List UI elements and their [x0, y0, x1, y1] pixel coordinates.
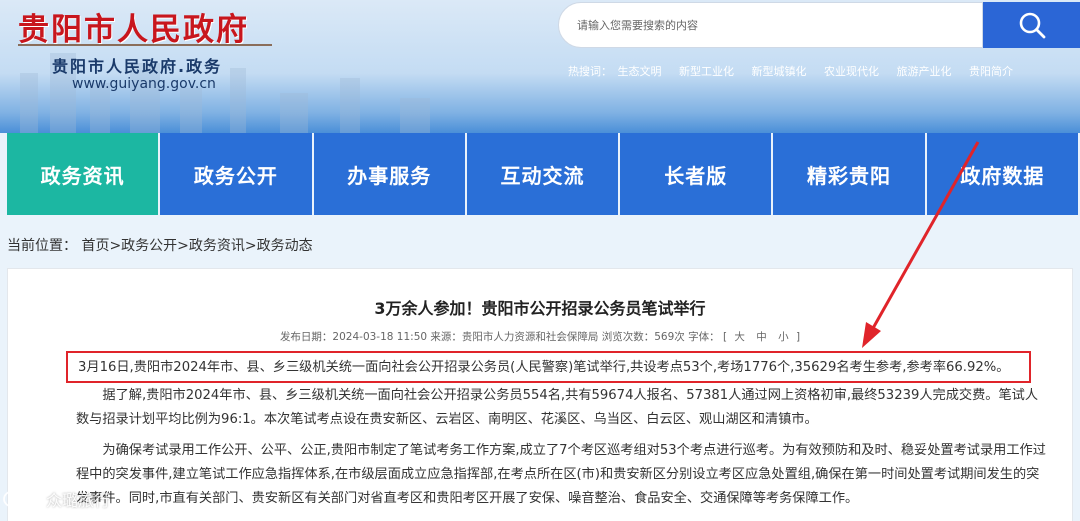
search-button[interactable] [983, 2, 1080, 48]
hot-search-bar: 热搜词： 生态文明 新型工业化 新型城镇化 农业现代化 旅游产业化 贵阳简介 [568, 63, 1027, 79]
nav-item-news[interactable]: 政务资讯 [7, 133, 159, 215]
site-url: www.guiyang.gov.cn [72, 76, 216, 92]
hot-search-item[interactable]: 新型城镇化 [752, 65, 807, 78]
hot-search-item[interactable]: 新型工业化 [679, 65, 734, 78]
nav-item-data[interactable]: 政府数据 [926, 133, 1078, 215]
logo-divider [18, 44, 272, 46]
nav-item-guiyang[interactable]: 精彩贵阳 [773, 133, 925, 215]
nav-item-interaction[interactable]: 互动交流 [466, 133, 619, 215]
article-paragraph: 据了解,贵阳市2024年市、县、乡三级机关统一面向社会公开招录公务员554名,共… [76, 388, 1039, 427]
search-icon [1019, 12, 1045, 39]
main-nav: 政务资讯 政务公开 办事服务 互动交流 长者版 精彩贵阳 政府数据 [0, 133, 1080, 215]
nav-item-services[interactable]: 办事服务 [313, 133, 465, 215]
hot-search-label: 热搜词： [568, 65, 612, 78]
search-box [558, 2, 983, 48]
article-title: 3万余人参加！贵阳市公开招录公务员笔试举行 [374, 299, 706, 318]
site-logo-title[interactable]: 贵阳市人民政府 [18, 4, 249, 49]
font-bracket: [ [722, 331, 728, 343]
watermark-text: 众璐旅行 [46, 491, 111, 510]
article-meta-text: 发布日期：2024-03-18 11:50 来源：贵阳市人力资源和社会保障局 浏… [279, 331, 720, 343]
font-bracket: ] [795, 331, 801, 343]
chat-bubble-icon [3, 490, 40, 508]
article-meta: 发布日期：2024-03-18 11:50 来源：贵阳市人力资源和社会保障局 浏… [8, 329, 1072, 344]
nav-item-open-gov[interactable]: 政务公开 [160, 133, 312, 215]
article-paragraph: 为确保考试录用工作公开、公平、公正,贵阳市制定了笔试考务工作方案,成立了7个考区… [76, 443, 1046, 506]
watermark: 众璐旅行 [2, 487, 110, 511]
hot-search-item[interactable]: 农业现代化 [824, 65, 879, 78]
search-input[interactable] [559, 3, 982, 47]
breadcrumb[interactable]: 当前位置： 首页>政务公开>政务资讯>政务动态 [7, 235, 313, 255]
hot-search-item[interactable]: 贵阳简介 [969, 65, 1013, 78]
article-panel: 3万余人参加！贵阳市公开招录公务员笔试举行 发布日期：2024-03-18 11… [7, 268, 1073, 521]
article-paragraph: 3月16日,贵阳市2024年市、县、乡三级机关统一面向社会公开招录公务员(人民警… [78, 360, 1010, 375]
hot-search-item[interactable]: 生态文明 [618, 65, 662, 78]
nav-item-elderly[interactable]: 长者版 [620, 133, 772, 215]
hot-search-item[interactable]: 旅游产业化 [897, 65, 952, 78]
font-size-small-button[interactable]: 小 [778, 331, 789, 343]
font-size-large-button[interactable]: 大 [734, 331, 745, 343]
font-size-medium-button[interactable]: 中 [756, 331, 767, 343]
site-logo-subtitle: 贵阳市人民政府.政务 [52, 57, 223, 76]
